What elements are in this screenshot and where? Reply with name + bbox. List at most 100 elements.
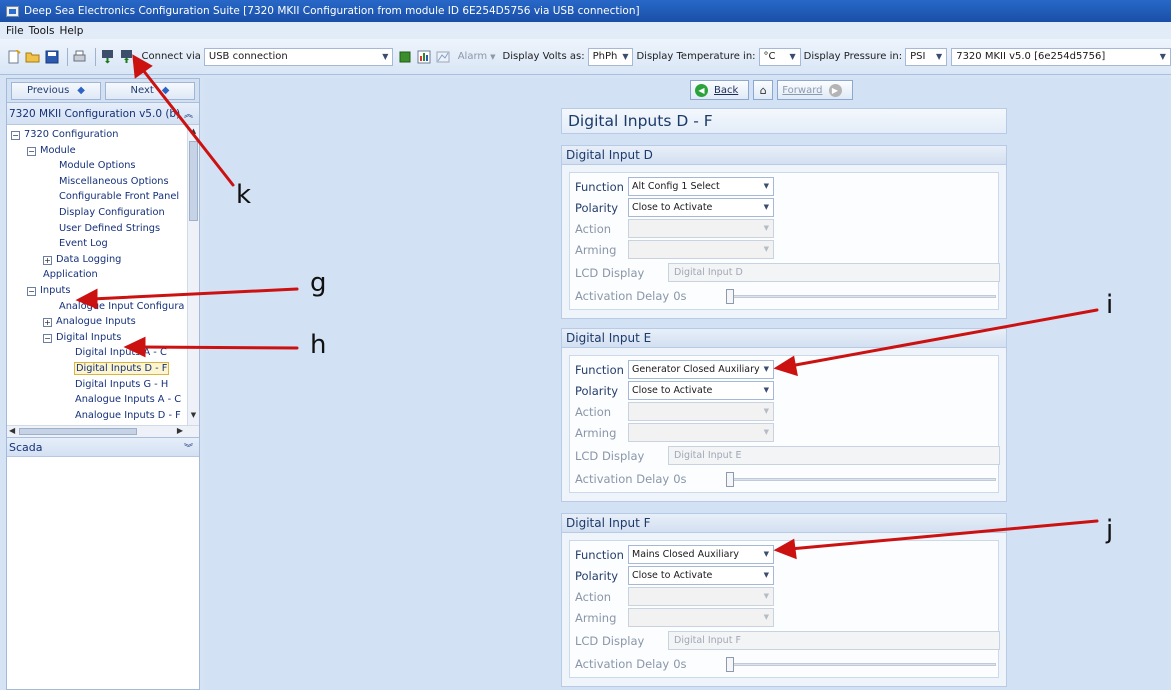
function-select[interactable]: Mains Closed Auxiliary ▼ [628,545,774,564]
lcd-display-label: LCD Display [575,634,645,648]
tree-item[interactable]: Event Log [59,236,108,251]
menu-help[interactable]: Help [59,25,83,37]
arming-select[interactable]: ▼ [628,423,774,442]
home-button[interactable]: ⌂ [753,80,774,100]
chevron-down-icon: ▼ [763,365,769,373]
open-folder-icon[interactable] [25,49,40,65]
chevron-down-icon: ▼ [936,51,943,61]
print-icon[interactable] [72,49,87,65]
tree-item[interactable]: Analogue Input Configura [59,299,184,314]
display-temperature-select[interactable]: °C ▼ [758,47,801,66]
tree-item[interactable]: Module Options [59,158,136,173]
display-temperature-label: Display Temperature in: [636,51,756,62]
scroll-down-icon[interactable]: ▼ [188,411,199,423]
tree-item[interactable]: Display Configuration [59,205,165,220]
lcd-display-input[interactable]: Digital Input F [668,631,1000,650]
scroll-thumb[interactable] [19,428,137,435]
tree-item[interactable]: Digital Inputs A - C [75,345,167,360]
function-select[interactable]: Alt Config 1 Select ▼ [628,177,774,196]
collapse-up-icon[interactable]: ︽ [184,107,193,120]
display-volts-label: Display Volts as: [502,51,585,62]
collapse-icon[interactable]: − [11,131,20,140]
new-file-icon[interactable] [6,49,21,65]
activation-delay-slider-handle[interactable] [726,657,734,672]
tree-item[interactable]: Analogue Inputs A - C [75,392,181,407]
action-select[interactable]: ▼ [628,219,774,238]
forward-button[interactable]: Forward ▶ [777,80,853,100]
tree-item[interactable]: Digital Inputs G - H [75,377,168,392]
action-select[interactable]: ▼ [628,587,774,606]
expand-icon[interactable]: + [43,255,52,265]
display-pressure-select[interactable]: PSI ▼ [905,47,948,66]
activation-delay-slider-track[interactable] [726,478,996,481]
back-button[interactable]: ◀ Back [690,80,750,100]
tree-item[interactable]: Miscellaneous Options [59,174,169,189]
function-select[interactable]: Generator Closed Auxiliary ▼ [628,360,774,379]
tree-item[interactable]: Configurable Front Panel [59,189,179,204]
tree-item[interactable]: + Data Logging [43,252,121,267]
write-to-module-icon[interactable] [119,49,134,65]
tree-item[interactable]: − Inputs [27,283,70,298]
tree-item-label: Module [40,144,76,156]
polarity-select[interactable]: Close to Activate ▼ [628,566,774,585]
display-pressure-label: Display Pressure in: [803,51,903,62]
menu-tools[interactable]: Tools [29,25,55,37]
tree-vertical-scrollbar[interactable]: ▲ ▼ [187,125,199,425]
collapse-icon[interactable]: − [43,333,52,343]
function-label: Function [575,180,624,194]
next-button[interactable]: Next ◆ [105,81,195,100]
tree-item[interactable]: Analogue Inputs D - F [75,408,181,423]
display-volts-select[interactable]: PhPh ▼ [587,47,634,66]
tree-item[interactable]: Digital Inputs D - F [73,361,170,376]
save-icon[interactable] [44,49,59,65]
tree-item[interactable]: − Digital Inputs [43,330,121,345]
app-icon [6,5,19,17]
arming-select[interactable]: ▼ [628,608,774,627]
expand-down-icon[interactable]: ︾ [184,441,193,454]
module-select[interactable]: 7320 MKII v5.0 [6e254d5756] ▼ [951,47,1171,66]
activation-delay-slider-handle[interactable] [726,472,734,487]
scroll-thumb[interactable] [189,141,198,221]
previous-label: Previous [27,85,70,96]
tree-item[interactable]: Application [43,267,98,282]
lcd-display-input[interactable]: Digital Input D [668,263,1000,282]
module-green-icon[interactable] [397,49,412,65]
forward-arrow-icon: ▶ [828,83,842,97]
group-body: Function Alt Config 1 Select ▼ Polarity Clos… [569,172,1000,310]
tree-item[interactable]: − Module [27,143,76,158]
menu-file[interactable]: File [6,25,24,37]
chevron-down-icon: ▼ [622,51,629,61]
activation-delay-slider-handle[interactable] [726,289,734,304]
polarity-select[interactable]: Close to Activate ▼ [628,198,774,217]
function-value: Mains Closed Auxiliary [632,549,739,560]
chevron-down-icon: ▼ [763,428,769,436]
tree-item[interactable]: + Analogue Inputs [43,314,136,329]
connect-via-select[interactable]: USB connection ▼ [203,47,394,66]
tree-item[interactable]: User Defined Strings [59,221,160,236]
scada-panel-header[interactable]: Scada ︾ [7,437,199,457]
activation-delay-slider-track[interactable] [726,295,996,298]
page-navigation: ◀ Back ⌂ Forward ▶ [690,80,853,100]
activation-delay-slider-track[interactable] [726,663,996,666]
collapse-icon[interactable]: − [27,146,36,156]
tree-item[interactable]: −7320 Configuration [11,127,119,142]
group-title: Digital Input E [562,329,1006,348]
scada-icon[interactable] [417,49,432,65]
lcd-display-input[interactable]: Digital Input E [668,446,1000,465]
polarity-select[interactable]: Close to Activate ▼ [628,381,774,400]
tree-item-label: User Defined Strings [59,222,161,234]
tree-horizontal-scrollbar[interactable]: ◀ ▶ [7,425,199,437]
previous-button[interactable]: Previous ◆ [11,81,101,100]
read-from-module-icon[interactable] [100,49,115,65]
forward-label: Forward [782,84,823,96]
arming-select[interactable]: ▼ [628,240,774,259]
scroll-right-icon[interactable]: ▶ [177,426,183,435]
collapse-icon[interactable]: − [27,287,36,296]
expand-icon[interactable]: + [43,318,52,328]
scroll-left-icon[interactable]: ◀ [9,426,15,435]
chevron-down-icon: ▼ [763,571,769,579]
action-select[interactable]: ▼ [628,402,774,421]
activation-delay-value: 0s [673,472,687,486]
tree-item-label: Miscellaneous Options [59,175,169,187]
scroll-up-icon[interactable]: ▲ [188,127,199,139]
